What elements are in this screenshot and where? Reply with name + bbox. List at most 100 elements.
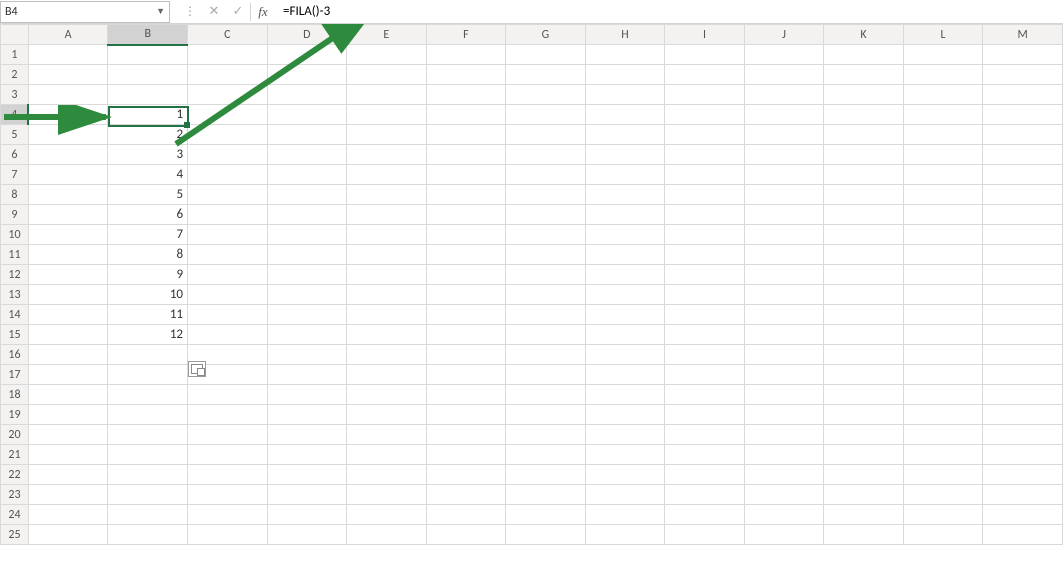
cell-D16[interactable]: [267, 345, 347, 365]
cell-K21[interactable]: [824, 445, 904, 465]
cell-G23[interactable]: [506, 485, 586, 505]
cell-C4[interactable]: [188, 105, 268, 125]
cell-A21[interactable]: [28, 445, 108, 465]
cell-E6[interactable]: [347, 145, 427, 165]
cell-M5[interactable]: [983, 125, 1063, 145]
select-all-corner[interactable]: [1, 25, 29, 45]
cell-K3[interactable]: [824, 85, 904, 105]
cell-M18[interactable]: [983, 385, 1063, 405]
cell-E25[interactable]: [347, 525, 427, 545]
cell-C14[interactable]: [188, 305, 268, 325]
cell-B19[interactable]: [108, 405, 188, 425]
cell-E22[interactable]: [347, 465, 427, 485]
cell-J18[interactable]: [744, 385, 824, 405]
cell-F20[interactable]: [426, 425, 506, 445]
cell-B24[interactable]: [108, 505, 188, 525]
cell-J25[interactable]: [744, 525, 824, 545]
cell-D14[interactable]: [267, 305, 347, 325]
cell-H13[interactable]: [585, 285, 665, 305]
cell-F21[interactable]: [426, 445, 506, 465]
cell-C6[interactable]: [188, 145, 268, 165]
cell-L22[interactable]: [903, 465, 983, 485]
cell-A20[interactable]: [28, 425, 108, 445]
cell-K25[interactable]: [824, 525, 904, 545]
cell-A23[interactable]: [28, 485, 108, 505]
cell-E14[interactable]: [347, 305, 427, 325]
cell-B10[interactable]: 7: [108, 225, 188, 245]
cell-F5[interactable]: [426, 125, 506, 145]
cell-B7[interactable]: 4: [108, 165, 188, 185]
cell-H4[interactable]: [585, 105, 665, 125]
cell-K13[interactable]: [824, 285, 904, 305]
cell-J17[interactable]: [744, 365, 824, 385]
cell-B3[interactable]: [108, 85, 188, 105]
cell-K4[interactable]: [824, 105, 904, 125]
cell-D19[interactable]: [267, 405, 347, 425]
cell-K23[interactable]: [824, 485, 904, 505]
row-header-12[interactable]: 12: [1, 265, 29, 285]
cell-G3[interactable]: [506, 85, 586, 105]
cell-J7[interactable]: [744, 165, 824, 185]
column-header-H[interactable]: H: [585, 25, 665, 45]
cell-J8[interactable]: [744, 185, 824, 205]
cell-M4[interactable]: [983, 105, 1063, 125]
cell-E21[interactable]: [347, 445, 427, 465]
cell-K10[interactable]: [824, 225, 904, 245]
cell-F3[interactable]: [426, 85, 506, 105]
row-header-24[interactable]: 24: [1, 505, 29, 525]
cell-I20[interactable]: [665, 425, 745, 445]
cell-C15[interactable]: [188, 325, 268, 345]
cell-D21[interactable]: [267, 445, 347, 465]
cell-D7[interactable]: [267, 165, 347, 185]
cell-H23[interactable]: [585, 485, 665, 505]
cell-B17[interactable]: [108, 365, 188, 385]
cell-M1[interactable]: [983, 45, 1063, 65]
cell-C11[interactable]: [188, 245, 268, 265]
cell-H10[interactable]: [585, 225, 665, 245]
cell-L12[interactable]: [903, 265, 983, 285]
cell-M22[interactable]: [983, 465, 1063, 485]
cell-L5[interactable]: [903, 125, 983, 145]
column-header-B[interactable]: B: [108, 25, 188, 45]
cell-G10[interactable]: [506, 225, 586, 245]
cell-H17[interactable]: [585, 365, 665, 385]
cell-K20[interactable]: [824, 425, 904, 445]
cell-M3[interactable]: [983, 85, 1063, 105]
cell-F4[interactable]: [426, 105, 506, 125]
cell-A14[interactable]: [28, 305, 108, 325]
cell-D9[interactable]: [267, 205, 347, 225]
cell-M24[interactable]: [983, 505, 1063, 525]
cell-L14[interactable]: [903, 305, 983, 325]
cell-L8[interactable]: [903, 185, 983, 205]
row-header-5[interactable]: 5: [1, 125, 29, 145]
cell-M16[interactable]: [983, 345, 1063, 365]
cell-L11[interactable]: [903, 245, 983, 265]
row-header-14[interactable]: 14: [1, 305, 29, 325]
chevron-down-icon[interactable]: ▼: [156, 6, 165, 17]
cell-M11[interactable]: [983, 245, 1063, 265]
cell-A2[interactable]: [28, 65, 108, 85]
cell-G17[interactable]: [506, 365, 586, 385]
cell-G5[interactable]: [506, 125, 586, 145]
cell-M6[interactable]: [983, 145, 1063, 165]
cell-B18[interactable]: [108, 385, 188, 405]
cell-E12[interactable]: [347, 265, 427, 285]
cell-K14[interactable]: [824, 305, 904, 325]
cell-J19[interactable]: [744, 405, 824, 425]
column-header-E[interactable]: E: [347, 25, 427, 45]
cell-I7[interactable]: [665, 165, 745, 185]
cell-D13[interactable]: [267, 285, 347, 305]
cell-M2[interactable]: [983, 65, 1063, 85]
cell-C13[interactable]: [188, 285, 268, 305]
row-header-3[interactable]: 3: [1, 85, 29, 105]
cell-F11[interactable]: [426, 245, 506, 265]
cell-D5[interactable]: [267, 125, 347, 145]
cell-A17[interactable]: [28, 365, 108, 385]
row-header-22[interactable]: 22: [1, 465, 29, 485]
cell-H14[interactable]: [585, 305, 665, 325]
cell-C3[interactable]: [188, 85, 268, 105]
cell-E7[interactable]: [347, 165, 427, 185]
cell-I15[interactable]: [665, 325, 745, 345]
cell-B11[interactable]: 8: [108, 245, 188, 265]
cell-A24[interactable]: [28, 505, 108, 525]
